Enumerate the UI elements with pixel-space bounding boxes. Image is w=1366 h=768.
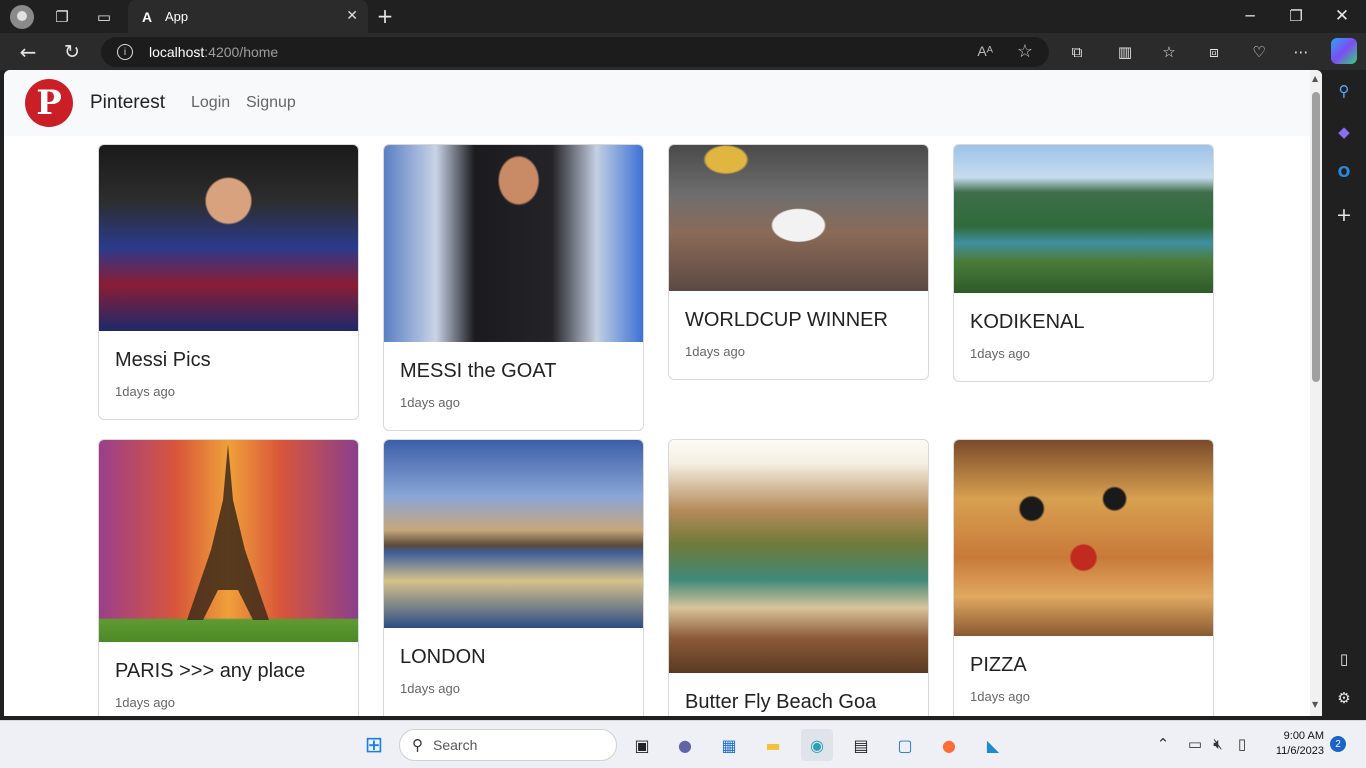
network-icon[interactable]: ▭ — [1186, 735, 1204, 753]
angular-logo-icon: A — [141, 8, 153, 25]
read-aloud-icon[interactable]: Aᴬ — [977, 43, 993, 59]
page-scrollbar[interactable]: ▲ ▼ — [1310, 70, 1322, 716]
file-explorer-icon[interactable]: ▬ — [757, 729, 789, 761]
battery-icon[interactable]: ▯ — [1233, 735, 1251, 753]
pin-card[interactable]: LONDON 1days ago — [383, 439, 644, 716]
pin-title: Messi Pics — [115, 349, 211, 371]
pin-time: 1days ago — [400, 681, 460, 696]
windows-start-icon[interactable]: ⊞ — [358, 729, 390, 761]
site-info-icon[interactable]: i — [117, 44, 133, 60]
close-window-icon[interactable]: ✕ — [1332, 6, 1352, 26]
search-placeholder: Search — [433, 737, 478, 753]
pin-image-london — [384, 440, 643, 628]
tab-actions-icon[interactable]: ▭ — [94, 7, 114, 27]
pin-card[interactable]: MESSI the GOAT 1days ago — [383, 144, 644, 431]
windows-taskbar: ⊞ ⚲ Search ▣ ● ▦ ▬ ◉ ▤ ▢ ● ◣ ⌃ ▭ 🔇︎ ▯ 9:… — [0, 720, 1366, 768]
sidebar-settings-icon[interactable]: ⚙ — [1333, 687, 1355, 709]
teams-chat-icon[interactable]: ● — [669, 729, 701, 761]
url-host: localhost — [149, 44, 205, 60]
refresh-icon[interactable]: ↻ — [60, 40, 84, 64]
pin-image-worldcup — [669, 145, 928, 291]
scroll-down-arrow-icon[interactable]: ▼ — [1312, 700, 1318, 709]
pin-image-paris — [99, 440, 358, 642]
sidebar-add-icon[interactable]: + — [1333, 204, 1355, 226]
collections-icon[interactable]: ⧈ — [1203, 41, 1225, 63]
page-viewport: P Pinterest Login Signup Messi Pics 1day… — [4, 70, 1322, 716]
favorites-icon[interactable]: ☆ — [1158, 41, 1180, 63]
pin-image-pizza — [954, 440, 1213, 636]
notification-badge[interactable]: 2 — [1330, 736, 1346, 752]
copilot-icon[interactable] — [1331, 38, 1357, 64]
pin-time: 1days ago — [685, 344, 745, 359]
nav-signup-link[interactable]: Signup — [246, 94, 296, 112]
browser-tab-bar: ❐ ▭ A App ✕ + ─ ❐ ✕ — [0, 0, 1366, 33]
browser-essentials-icon[interactable]: ♡ — [1248, 41, 1270, 63]
pin-time: 1days ago — [970, 346, 1030, 361]
pin-title: MESSI the GOAT — [400, 360, 557, 382]
new-tab-icon[interactable]: + — [374, 4, 396, 28]
pin-title: Butter Fly Beach Goa — [685, 691, 877, 713]
pin-title: PIZZA — [970, 654, 1027, 676]
pin-card[interactable]: KODIKENAL 1days ago — [953, 144, 1214, 382]
profile-icon[interactable] — [10, 5, 34, 29]
sidebar-search-icon[interactable]: ⚲ — [1333, 80, 1355, 102]
pin-image-butterfly-beach — [669, 440, 928, 673]
sidebar-hide-icon[interactable]: ▯ — [1333, 648, 1355, 670]
nav-login-link[interactable]: Login — [191, 94, 230, 112]
pin-title: WORLDCUP WINNER — [685, 309, 888, 331]
pin-card[interactable]: Butter Fly Beach Goa — [668, 439, 929, 716]
pin-title: PARIS >>> any place — [115, 660, 306, 682]
pin-card[interactable]: Messi Pics 1days ago — [98, 144, 359, 420]
pin-card[interactable]: PARIS >>> any place 1days ago — [98, 439, 359, 716]
pin-card[interactable]: WORLDCUP WINNER 1days ago — [668, 144, 929, 380]
more-menu-icon[interactable]: ⋯ — [1290, 41, 1312, 63]
workspaces-icon[interactable]: ❐ — [52, 7, 72, 27]
scrollbar-thumb[interactable] — [1312, 92, 1320, 382]
browser-toolbar: ← ↻ i localhost:4200/home Aᴬ ☆ ⧉ ▥ ☆ ⧈ ♡… — [0, 33, 1366, 70]
minimize-icon[interactable]: ─ — [1240, 6, 1260, 26]
split-screen-icon[interactable]: ▥ — [1114, 41, 1136, 63]
pin-title: KODIKENAL — [970, 311, 1085, 333]
close-tab-icon[interactable]: ✕ — [346, 8, 358, 24]
pin-image-kodikenal — [954, 145, 1213, 293]
eiffel-tower-icon — [187, 444, 269, 620]
remote-desktop-icon[interactable]: ▢ — [889, 729, 921, 761]
pinterest-logo-icon[interactable]: P — [25, 79, 73, 127]
url-path: :4200/home — [204, 44, 279, 60]
postman-icon[interactable]: ● — [933, 729, 965, 761]
task-view-icon[interactable]: ▣ — [626, 729, 658, 761]
app-navbar: P Pinterest Login Signup — [4, 70, 1310, 136]
browser-tab-active[interactable]: A App ✕ — [128, 0, 368, 33]
restore-icon[interactable]: ❐ — [1286, 6, 1306, 26]
sidebar-outlook-icon[interactable]: O — [1333, 161, 1355, 183]
back-icon[interactable]: ← — [16, 40, 40, 64]
pin-time: 1days ago — [115, 384, 175, 399]
tab-title: App — [165, 9, 189, 24]
terminal-icon[interactable]: ▤ — [845, 729, 877, 761]
sidebar-copilot-icon[interactable]: ◆ — [1333, 121, 1355, 143]
pin-time: 1days ago — [115, 695, 175, 710]
show-hidden-icons-icon[interactable]: ⌃ — [1154, 735, 1172, 753]
taskbar-clock[interactable]: 9:00 AM 11/6/2023 — [1262, 729, 1324, 759]
address-bar[interactable]: i localhost:4200/home Aᴬ ☆ — [101, 37, 1049, 67]
search-icon: ⚲ — [412, 737, 423, 754]
pin-title: LONDON — [400, 646, 486, 668]
extensions-icon[interactable]: ⧉ — [1066, 41, 1088, 63]
microsoft-store-icon[interactable]: ▦ — [713, 729, 745, 761]
clock-time: 9:00 AM — [1283, 730, 1324, 742]
vscode-icon[interactable]: ◣ — [977, 729, 1009, 761]
pin-card[interactable]: PIZZA 1days ago — [953, 439, 1214, 716]
taskbar-search[interactable]: ⚲ Search — [399, 729, 617, 761]
pin-time: 1days ago — [400, 395, 460, 410]
volume-muted-icon[interactable]: 🔇︎ — [1209, 735, 1227, 753]
favorite-star-icon[interactable]: ☆ — [1017, 41, 1033, 62]
pin-image-messi — [99, 145, 358, 331]
pin-image-messi-goat — [384, 145, 643, 342]
clock-date: 11/6/2023 — [1275, 745, 1324, 757]
edge-browser-icon[interactable]: ◉ — [801, 729, 833, 761]
scroll-up-arrow-icon[interactable]: ▲ — [1312, 74, 1318, 83]
browser-sidebar: ⚲ ◆ O + ▯ ⚙ — [1322, 70, 1366, 720]
pin-time: 1days ago — [970, 689, 1030, 704]
brand-name[interactable]: Pinterest — [90, 92, 165, 114]
